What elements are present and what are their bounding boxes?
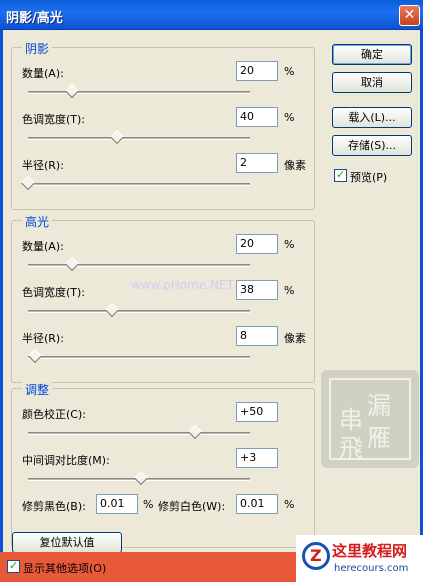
midtone-contrast-slider[interactable] [28, 470, 250, 486]
highlights-radius-slider[interactable] [27, 348, 250, 364]
shadows-amount-slider-thumb[interactable] [65, 83, 80, 99]
watermark-seal: 漏 串 雁 飛 [321, 370, 419, 468]
ok-button[interactable]: 确定 [332, 44, 412, 65]
site-logo: Z 这里教程网 herecours.com [296, 535, 423, 582]
clip-white-unit: % [284, 498, 295, 511]
clip-black-unit: % [143, 498, 154, 511]
highlights-group-title: 高光 [22, 213, 53, 230]
window-title: 阴影/高光 [6, 11, 63, 26]
color-correction-label: 颜色校正(C): [22, 408, 86, 421]
site-watermark: www.pHome.NET [131, 278, 234, 292]
highlights-radius-unit: 像素 [284, 332, 306, 345]
preview-checkbox[interactable]: ✓ [334, 168, 347, 182]
midtone-contrast-input[interactable]: +3 [236, 448, 278, 468]
shadows-group-title: 阴影 [22, 40, 53, 57]
seal-glyph-4: 飛 [339, 434, 363, 462]
highlights-radius-input[interactable]: 8 [236, 326, 278, 346]
midtone-contrast-slider-thumb[interactable] [134, 470, 149, 486]
highlights-radius-label: 半径(R): [22, 332, 64, 345]
logo-subtitle: herecours.com [334, 563, 409, 574]
color-correction-slider[interactable] [28, 424, 250, 440]
reset-defaults-button[interactable]: 复位默认值 [12, 532, 122, 553]
adjustments-group-title: 调整 [22, 381, 53, 398]
color-correction-slider-thumb[interactable] [187, 424, 202, 440]
highlights-tonal-width-slider-thumb[interactable] [105, 302, 120, 318]
shadows-group: 阴影 数量(A): 20 % 色调宽度(T): 40 % 半径(R): 2 像素 [11, 40, 315, 210]
highlights-amount-input[interactable]: 20 [236, 234, 278, 254]
title-bar: 阴影/高光 ✕ [0, 0, 423, 30]
highlights-amount-label: 数量(A): [22, 240, 64, 253]
midtone-contrast-label: 中间调对比度(M): [22, 454, 110, 467]
dialog-body: 阴影 数量(A): 20 % 色调宽度(T): 40 % 半径(R): 2 像素… [0, 30, 423, 582]
shadows-amount-slider[interactable] [28, 83, 250, 99]
shadows-tonal-width-unit: % [284, 111, 295, 124]
load-button[interactable]: 载入(L)... [332, 107, 412, 128]
close-button[interactable]: ✕ [399, 5, 420, 26]
clip-white-input[interactable]: 0.01 [236, 494, 278, 514]
clip-black-input[interactable]: 0.01 [96, 494, 138, 514]
preview-label[interactable]: 预览(P) [350, 169, 387, 185]
shadows-tonal-width-input[interactable]: 40 [236, 107, 278, 127]
show-more-options-checkbox[interactable]: ✓ [7, 559, 20, 573]
highlights-amount-unit: % [284, 238, 295, 251]
highlights-tonal-width-input[interactable]: 38 [236, 280, 278, 300]
cancel-button[interactable]: 取消 [332, 72, 412, 93]
adjustments-group: 调整 颜色校正(C): +50 中间调对比度(M): +3 修剪黑色(B): 0… [11, 381, 315, 548]
shadows-tonal-width-slider-thumb[interactable] [109, 129, 124, 145]
logo-title: 这里教程网 [332, 542, 408, 560]
shadows-amount-input[interactable]: 20 [236, 61, 278, 81]
shadows-radius-slider-thumb[interactable] [20, 175, 36, 191]
show-more-check-icon: ✓ [9, 559, 19, 572]
shadows-radius-label: 半径(R): [22, 159, 64, 172]
seal-glyph-3: 雁 [367, 424, 391, 452]
highlights-amount-slider[interactable] [28, 256, 250, 272]
preview-check-icon: ✓ [336, 168, 346, 181]
highlights-group: 高光 数量(A): 20 % 色调宽度(T): 38 % 半径(R): 8 像素 [11, 213, 315, 383]
shadows-amount-label: 数量(A): [22, 67, 64, 80]
shadows-radius-slider[interactable] [20, 175, 250, 191]
clip-black-label: 修剪黑色(B): [22, 500, 86, 513]
shadows-tonal-width-label: 色调宽度(T): [22, 113, 86, 126]
logo-circle-icon: Z [302, 542, 330, 570]
shadows-tonal-width-slider[interactable] [28, 129, 250, 145]
shadows-radius-unit: 像素 [284, 159, 306, 172]
show-more-options-label[interactable]: 显示其他选项(O) [23, 560, 106, 576]
highlights-tonal-width-slider[interactable] [28, 302, 250, 318]
highlights-tonal-width-unit: % [284, 284, 295, 297]
save-button[interactable]: 存储(S)... [332, 135, 412, 156]
shadows-amount-unit: % [284, 65, 295, 78]
shadows-radius-input[interactable]: 2 [236, 153, 278, 173]
highlights-tonal-width-label: 色调宽度(T): [22, 286, 86, 299]
highlights-radius-slider-thumb[interactable] [27, 348, 42, 364]
seal-glyph-1: 漏 [367, 392, 391, 420]
clip-white-label: 修剪白色(W): [158, 500, 226, 513]
color-correction-input[interactable]: +50 [236, 402, 278, 422]
highlights-amount-slider-thumb[interactable] [65, 256, 80, 272]
